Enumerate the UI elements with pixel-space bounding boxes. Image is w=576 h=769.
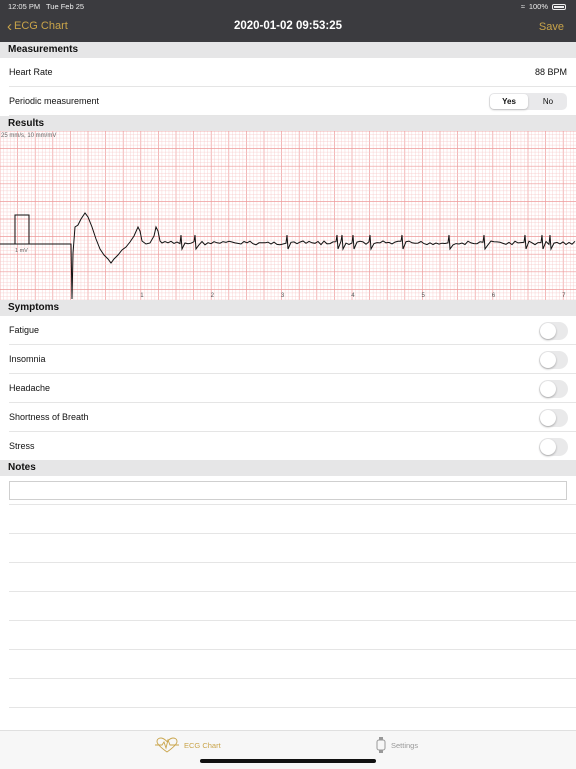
save-button[interactable]: Save [539, 21, 564, 33]
symptom-toggle[interactable] [539, 438, 568, 456]
notes-divider [9, 504, 576, 505]
heart-ecg-icon [155, 737, 179, 753]
watch-icon [376, 737, 386, 753]
symptom-row: Stress [0, 432, 576, 461]
toggle-knob [540, 410, 556, 426]
symptom-row: Shortness of Breath [0, 403, 576, 432]
symptom-label: Insomnia [9, 354, 46, 364]
periodic-measurement-label: Periodic measurement [9, 96, 100, 106]
ecg-tick-label: 2 [211, 293, 215, 299]
notes-divider [9, 678, 576, 679]
symptom-toggle[interactable] [539, 409, 568, 427]
ecg-calibration-label: 1 mV [15, 248, 28, 254]
symptom-row: Fatigue [0, 316, 576, 345]
back-button-label: ECG Chart [14, 20, 68, 32]
status-indicators: ≈ 100% [521, 2, 566, 11]
toggle-knob [540, 352, 556, 368]
symptom-toggle[interactable] [539, 351, 568, 369]
heart-rate-label: Heart Rate [9, 67, 53, 77]
tab-ecg-chart-label: ECG Chart [184, 740, 221, 750]
symptom-toggle[interactable] [539, 322, 568, 340]
ecg-chart: 25 mm/s, 10 mm/mV 1 mV 1 2 3 4 5 6 7 [0, 131, 576, 300]
battery-percent: 100% [528, 2, 548, 11]
notes-divider [9, 620, 576, 621]
notes-divider [9, 562, 576, 563]
ecg-tick-label: 7 [562, 293, 566, 299]
ecg-tick-label: 5 [422, 293, 426, 299]
chevron-left-icon: ‹ [7, 17, 12, 35]
notes-input[interactable] [9, 481, 567, 500]
symptom-toggle[interactable] [539, 380, 568, 398]
toggle-knob [540, 439, 556, 455]
ecg-tick-label: 6 [492, 293, 496, 299]
navigation-bar: 12:05 PM Tue Feb 25 ≈ 100% ‹ ECG Chart 2… [0, 0, 576, 42]
notes-header: Notes [0, 460, 576, 476]
status-time: 12:05 PM [8, 2, 41, 11]
wifi-icon: ≈ [520, 2, 525, 11]
symptom-label: Fatigue [9, 325, 40, 335]
notes-divider [9, 707, 576, 708]
back-button[interactable]: ‹ ECG Chart [7, 17, 68, 35]
battery-icon [552, 3, 566, 10]
tab-bar: ECG Chart Settings [0, 730, 576, 769]
notes-divider [9, 649, 576, 650]
periodic-measurement-row: Periodic measurement Yes No [0, 87, 576, 116]
symptom-label: Headache [9, 383, 51, 393]
heart-rate-row: Heart Rate 88 BPM [0, 58, 576, 87]
page-title: 2020-01-02 09:53:25 [233, 20, 343, 32]
heart-rate-value: 88 BPM [534, 67, 567, 77]
ecg-tick-label: 1 [140, 293, 144, 299]
periodic-yes-option[interactable]: Yes [490, 94, 528, 109]
tab-settings[interactable]: Settings [376, 737, 418, 753]
symptom-row: Headache [0, 374, 576, 403]
ecg-tick-label: 4 [351, 293, 355, 299]
periodic-segmented-control[interactable]: Yes No [489, 93, 567, 110]
notes-divider [9, 591, 576, 592]
periodic-no-option[interactable]: No [529, 93, 567, 110]
tab-ecg-chart[interactable]: ECG Chart [155, 737, 221, 753]
toggle-knob [540, 381, 556, 397]
home-indicator [200, 759, 376, 763]
results-header: Results [0, 116, 576, 131]
measurements-header: Measurements [0, 42, 576, 58]
notes-divider [9, 533, 576, 534]
toggle-knob [540, 323, 556, 339]
ecg-scale-label: 25 mm/s, 10 mm/mV [1, 133, 56, 139]
ecg-tick-label: 3 [281, 293, 285, 299]
symptom-row: Insomnia [0, 345, 576, 374]
symptom-label: Stress [9, 441, 35, 451]
tab-settings-label: Settings [391, 740, 419, 750]
symptom-label: Shortness of Breath [9, 412, 89, 422]
status-date: Tue Feb 25 [46, 2, 85, 11]
symptoms-header: Symptoms [0, 300, 576, 316]
